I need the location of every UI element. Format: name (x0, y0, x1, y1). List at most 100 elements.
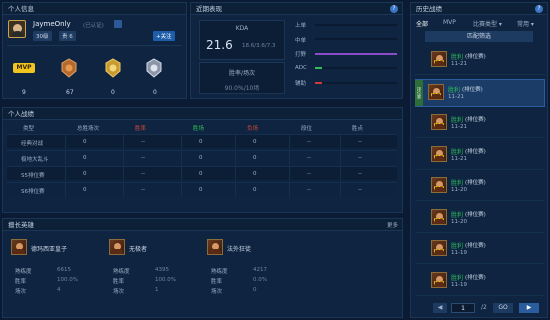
column-divider (340, 135, 341, 149)
match-list-item[interactable]: MVP 胜利 (排位赛) 11-19 (415, 236, 545, 264)
match-date: 11-20 (451, 187, 467, 193)
profile-panel: 个人信息 JaymeOnly (已认证) 30级 贵 6 +关注 MVP 9 6… (2, 2, 187, 99)
hero-card[interactable]: 德玛西亚皇子 熟练度 6615 胜率 100.0% 场次 4 (11, 239, 101, 315)
table-cell: 0 (253, 155, 257, 161)
column-divider (289, 183, 290, 197)
role-bar-track (315, 38, 397, 40)
hero-stat-value: 1 (155, 287, 159, 293)
tab-mvp[interactable]: MVP (443, 19, 456, 26)
match-list-item[interactable]: MVP 胜利 (排位赛) 11-19 (415, 268, 545, 296)
kda-value: 21.6 (206, 38, 233, 52)
hero-stat-value: 4 (57, 287, 61, 293)
mvp-medal: MVP (13, 63, 35, 73)
match-list-item[interactable]: MVP 胜利 (排位赛) 11-21 (415, 142, 545, 170)
silver-medal-icon (146, 58, 162, 78)
hero-card[interactable]: 法外狂徒 熟练度 4217 胜率 0.0% 场次 0 (207, 239, 297, 315)
page-total: /2 (481, 304, 487, 311)
prev-page-button[interactable]: ◀ (433, 303, 447, 313)
hero-portrait-icon (207, 239, 223, 255)
tab-all[interactable]: 全部 (416, 19, 428, 28)
more-link[interactable]: 更多 (387, 221, 398, 229)
heroes-panel: 擅长英雄 更多 德玛西亚皇子 熟练度 6615 胜率 100.0% 场次 4 无极者 熟练度 43… (2, 218, 403, 318)
hero-portrait-icon (109, 239, 125, 255)
column-divider (340, 167, 341, 181)
role-bars: 上单 中单 打野 ADC 辅助 (295, 21, 399, 101)
winrate-label: 胜率/场次 (228, 70, 256, 77)
tab-match-type[interactable]: 比赛类型 ▾ (473, 19, 502, 28)
match-result: 胜利 (448, 86, 461, 94)
hero-stat-label: 胜率 (211, 279, 223, 285)
match-list-item[interactable]: MVP 胜利 (排位赛) 11-21 (415, 47, 545, 75)
stats-column-header: 段位 (301, 126, 313, 132)
table-cell: 0 (253, 171, 257, 177)
table-cell: 极地大乱斗 (21, 157, 49, 163)
match-date: 11-20 (451, 218, 467, 225)
role-label: 中单 (295, 37, 307, 44)
match-hero-icon: MVP (431, 51, 447, 67)
winrate-box: 胜率/场次 90.0%/10场 (199, 62, 285, 94)
help-icon[interactable]: ? (390, 5, 398, 13)
table-cell: -- (307, 155, 311, 161)
tab-common[interactable]: 常用 ▾ (517, 19, 534, 28)
stats-column-header: 总胜场次 (77, 126, 100, 132)
match-hero-icon: MVP (431, 240, 447, 256)
stats-column-header: 胜率 (135, 126, 147, 132)
table-cell: 0 (253, 187, 257, 193)
column-divider (181, 135, 182, 149)
mvp-badge-icon: MVP (434, 186, 444, 191)
recent-title: 近期表现 (191, 3, 402, 15)
hero-card[interactable]: 无极者 熟练度 4395 胜率 100.0% 场次 1 (109, 239, 199, 315)
follow-button[interactable]: +关注 (153, 31, 175, 41)
stats-column-header: 负场 (247, 126, 259, 132)
column-divider (123, 135, 124, 149)
match-mode: (排位赛) (462, 86, 483, 93)
stats-panel: 个人战绩 类型 总胜场次 胜率 胜场 负场 段位 胜点 经典对战 0 -- 0 0 -- -- 极地大乱斗 0… (2, 107, 403, 213)
table-cell: -- (307, 187, 311, 193)
match-mode: (排位赛) (465, 148, 486, 155)
match-list-item[interactable]: MVP 胜利 (排位赛) 11-20 (415, 173, 545, 201)
hero-stat-label: 熟练度 (15, 269, 32, 275)
column-divider (235, 135, 236, 149)
match-hero-icon: MVP (428, 83, 444, 100)
match-list-item[interactable]: MVP 胜利 (排位赛) 11-21 (415, 110, 545, 138)
player-name: JaymeOnly (33, 20, 71, 28)
match-list-item[interactable]: MVP 胜利 (排位赛) 11-20 (415, 205, 545, 233)
hero-stat-label: 场次 (15, 289, 27, 295)
divider (7, 45, 182, 46)
role-bar-track (315, 81, 397, 84)
next-page-button[interactable]: ▶ (519, 303, 539, 313)
table-cell: -- (307, 139, 311, 145)
table-row: S5排位赛 0 -- 0 0 -- -- (7, 166, 397, 181)
mvp-badge-icon: MVP (434, 217, 444, 223)
match-mode: (排位赛) (465, 274, 486, 281)
table-cell: -- (141, 155, 145, 161)
level-badge: 30级 (33, 31, 52, 41)
settings-icon[interactable] (114, 20, 122, 28)
column-divider (123, 183, 124, 197)
table-cell: 0 (199, 171, 203, 177)
column-divider (65, 151, 66, 165)
avatar[interactable] (8, 20, 26, 38)
role-bar-fill (315, 67, 322, 69)
hero-name: 法外狂徒 (227, 246, 252, 253)
pagination: ◀ 1 /2 GO ▶ (411, 301, 547, 315)
go-button[interactable]: GO (493, 303, 513, 313)
match-result: 胜利 (451, 148, 464, 156)
match-mode: (排位赛) (465, 211, 486, 218)
hero-stat-value: 4217 (253, 267, 267, 273)
match-filter-bar[interactable]: 匹配筛选 (425, 31, 533, 42)
table-cell: 0 (253, 139, 257, 145)
role-bar-fill (315, 81, 322, 84)
page-input[interactable]: 1 (451, 303, 475, 313)
match-list-item[interactable]: 排位赛 MVP 胜利 (排位赛) 11-21 (415, 78, 545, 107)
table-cell: -- (358, 155, 362, 161)
help-icon[interactable]: ? (535, 5, 543, 13)
verified-tag: (已认证) (83, 23, 104, 29)
table-cell: 0 (199, 155, 203, 161)
hero-portrait-icon (11, 239, 27, 255)
column-divider (181, 167, 182, 181)
column-divider (65, 183, 66, 197)
column-divider (123, 151, 124, 165)
table-cell: 经典对战 (21, 141, 44, 147)
winrate-value: 90.0%/10场 (224, 85, 260, 92)
